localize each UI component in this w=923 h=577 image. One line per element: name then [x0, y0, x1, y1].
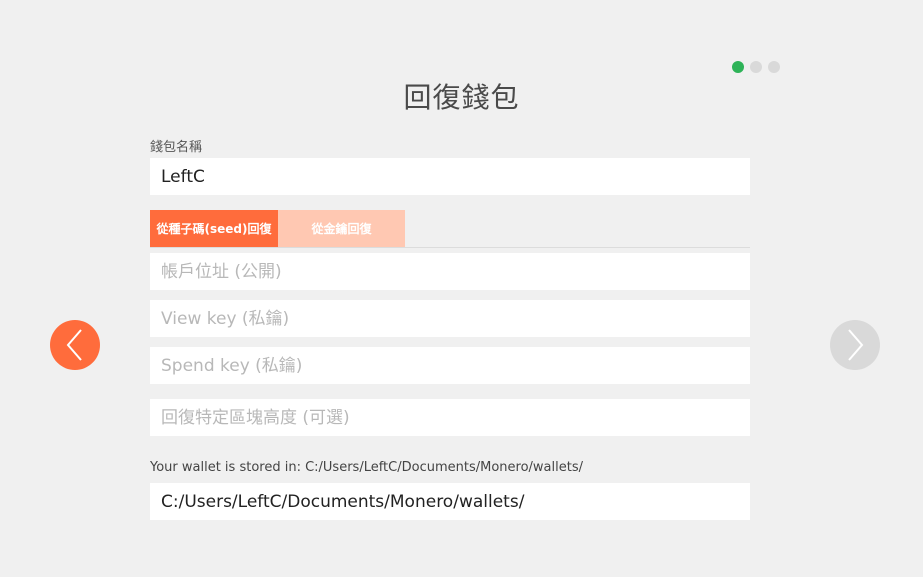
wallet-name-label: 錢包名稱	[150, 140, 203, 155]
view-key-field[interactable]	[150, 300, 750, 337]
wallet-name-field[interactable]	[150, 158, 750, 195]
spend-key-input[interactable]	[161, 355, 739, 376]
tab-restore-from-seed[interactable]: 從種子碼(seed)回復	[150, 210, 278, 247]
view-key-input[interactable]	[161, 308, 739, 329]
page-title: 回復錢包	[403, 81, 520, 114]
restore-height-field[interactable]	[150, 399, 750, 436]
back-button[interactable]	[50, 320, 100, 370]
account-address-field[interactable]	[150, 253, 750, 290]
progress-dot-3	[768, 61, 780, 73]
account-address-input[interactable]	[161, 261, 739, 282]
wallet-location-input[interactable]	[161, 491, 739, 512]
wallet-name-input[interactable]	[161, 166, 739, 187]
chevron-left-icon	[66, 329, 82, 361]
spend-key-field[interactable]	[150, 347, 750, 384]
tabs-divider	[150, 247, 750, 248]
wallet-location-label: Your wallet is stored in: C:/Users/LeftC…	[150, 460, 583, 475]
tab-restore-from-keys[interactable]: 從金鑰回復	[278, 210, 405, 247]
wallet-location-field[interactable]	[150, 483, 750, 520]
next-button[interactable]	[830, 320, 880, 370]
restore-height-input[interactable]	[161, 407, 739, 428]
progress-dot-2	[750, 61, 762, 73]
chevron-right-icon	[848, 329, 864, 361]
restore-mode-tabs: 從種子碼(seed)回復 從金鑰回復	[150, 210, 405, 247]
progress-dots	[732, 61, 780, 73]
progress-dot-1	[732, 61, 744, 73]
